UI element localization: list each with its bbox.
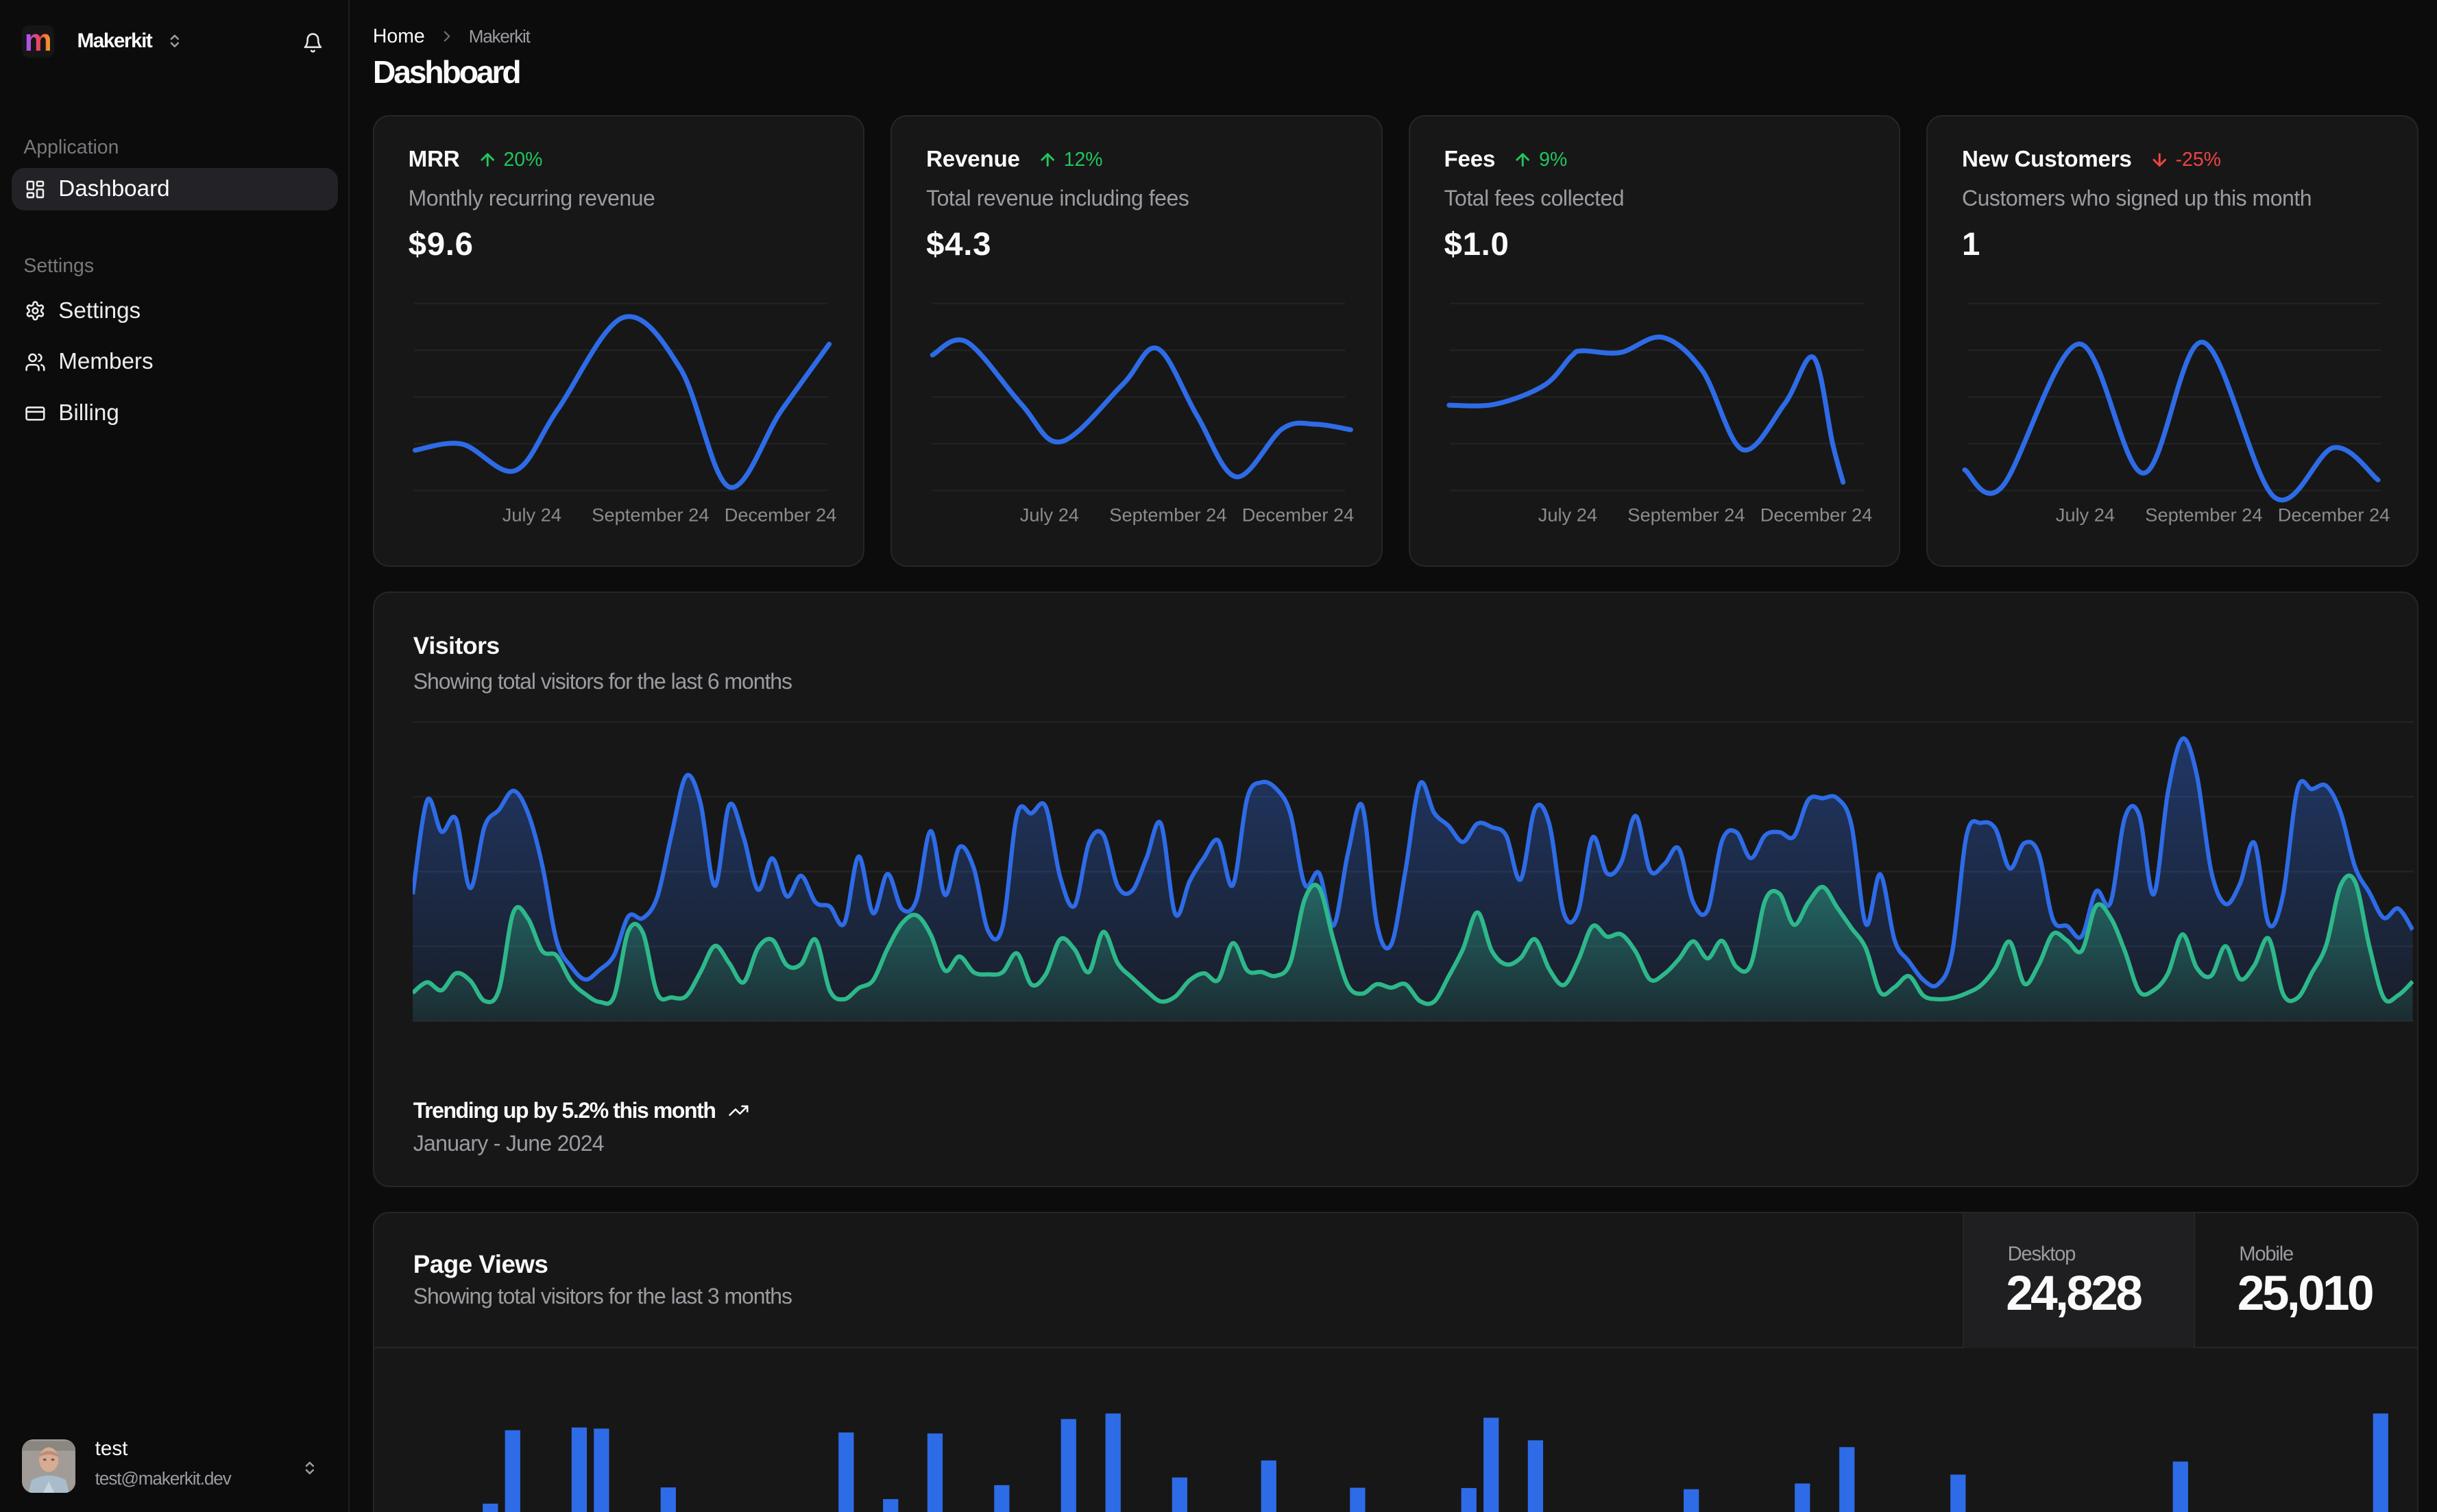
svg-text:September 24: September 24 xyxy=(1627,504,1745,525)
svg-text:July 24: July 24 xyxy=(1020,504,1079,525)
svg-text:December 24: December 24 xyxy=(1760,504,1872,525)
svg-text:July 24: July 24 xyxy=(1538,504,1597,525)
svg-text:September 24: September 24 xyxy=(1110,504,1227,525)
svg-text:July 24: July 24 xyxy=(2056,504,2115,525)
svg-text:September 24: September 24 xyxy=(2146,504,2263,525)
svg-text:December 24: December 24 xyxy=(2278,504,2390,525)
svg-text:September 24: September 24 xyxy=(592,504,709,525)
svg-text:July 24: July 24 xyxy=(502,504,561,525)
svg-text:December 24: December 24 xyxy=(1242,504,1355,525)
svg-text:December 24: December 24 xyxy=(725,504,837,525)
